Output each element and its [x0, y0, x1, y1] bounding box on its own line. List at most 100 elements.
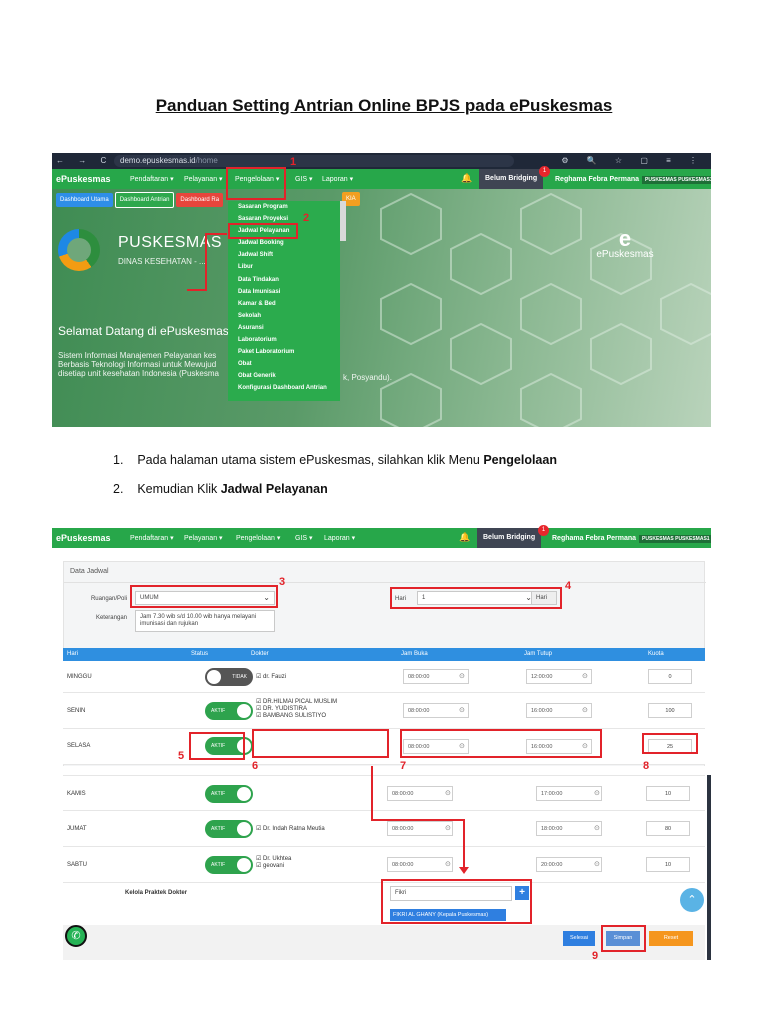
row-day: MINGGU: [67, 674, 92, 680]
clock-icon[interactable]: ⊙: [582, 706, 588, 714]
clock-icon[interactable]: ⊙: [445, 789, 451, 797]
dropdown-scrollbar[interactable]: [340, 201, 346, 241]
highlight-hari: [390, 587, 562, 609]
highlight-status: [189, 732, 245, 760]
clock-icon[interactable]: ⊙: [594, 824, 600, 832]
tab-dashboard-antrian[interactable]: Dashboard Antrian: [114, 192, 175, 208]
table-row: SABTU AKTIF ☑ Dr. Ukhtea ☑ geovani 08:00…: [63, 847, 705, 883]
url-host: demo.epuskesmas.id: [120, 156, 196, 165]
welcome-description-tail: k, Posyandu).: [343, 373, 392, 382]
menu-item-kamar-bed[interactable]: Kamar & Bed: [228, 298, 340, 310]
keterangan-textarea[interactable]: Jam 7.30 wib s/d 10.00 wib hanya melayan…: [135, 610, 275, 632]
kuota-input[interactable]: 10: [646, 786, 690, 801]
menu-item-obat-generik[interactable]: Obat Generik: [228, 370, 340, 382]
menu-item-data-tindakan[interactable]: Data Tindakan: [228, 274, 340, 286]
menu-pelayanan[interactable]: Pelayanan ▾: [184, 175, 223, 183]
menu-item-obat[interactable]: Obat: [228, 358, 340, 370]
table-row: JUMAT AKTIF ☑ Dr. Indah Ratna Meutia 08:…: [63, 811, 705, 847]
bridging-status-button[interactable]: Belum Bridging: [477, 528, 542, 548]
selesai-button[interactable]: Selesai: [563, 931, 595, 946]
menu-item-konfigurasi-dashboard[interactable]: Konfigurasi Dashboard Antrian: [228, 382, 340, 394]
marker-7: 7: [400, 760, 407, 772]
clock-icon[interactable]: ⊙: [445, 860, 451, 868]
status-toggle[interactable]: AKTIF: [205, 820, 253, 838]
menu-pendaftaran[interactable]: Pendaftaran ▾: [130, 534, 174, 542]
doctor-item[interactable]: ☑ geovani: [256, 863, 291, 870]
kuota-input[interactable]: 80: [646, 821, 690, 836]
menu-pengelolaan[interactable]: Pengelolaan ▾: [236, 534, 280, 542]
app-navbar-2: ePuskesmas Pendaftaran ▾ Pelayanan ▾ Pen…: [52, 525, 711, 548]
menu-item-jadwal-booking[interactable]: Jadwal Booking: [228, 237, 340, 249]
row-day: SABTU: [67, 862, 88, 868]
menu-gis[interactable]: GIS ▾: [295, 534, 313, 542]
menu-pelayanan[interactable]: Pelayanan ▾: [184, 534, 223, 542]
page-scrollbar[interactable]: [707, 775, 711, 960]
menu-gis[interactable]: GIS ▾: [295, 175, 313, 183]
reset-button[interactable]: Reset: [649, 931, 693, 946]
status-toggle[interactable]: TIDAK: [205, 668, 253, 686]
epuskesmas-brand: e ePuskesmas: [590, 226, 660, 261]
menu-item-data-imunisasi[interactable]: Data Imunisasi: [228, 286, 340, 298]
kuota-input[interactable]: 100: [648, 703, 692, 718]
screenshot-home: ← → C demo.epuskesmas.id/home ⚙ 🔍 ☆ ▢ ≡ …: [52, 153, 711, 427]
status-toggle[interactable]: AKTIF: [205, 856, 253, 874]
doctor-item[interactable]: ☑ Dr. Indah Ratna Meutia: [256, 826, 325, 832]
tab-dashboard-ra[interactable]: Dashboard Ra: [176, 193, 224, 207]
doctor-item[interactable]: ☑ dr. Fauzi: [256, 674, 286, 680]
document-title: Panduan Setting Antrian Online BPJS pada…: [155, 96, 613, 115]
bell-icon[interactable]: 🔔: [461, 173, 472, 184]
bell-icon[interactable]: 🔔: [459, 532, 470, 543]
menu-item-sasaran-program[interactable]: Sasaran Program: [228, 201, 340, 213]
doctor-item[interactable]: ☑ DR. YUDISTIRA: [256, 706, 337, 713]
menu-pendaftaran[interactable]: Pendaftaran ▾: [130, 175, 174, 183]
menu-laporan[interactable]: Laporan ▾: [324, 534, 355, 542]
step-2: 2. Kemudian Klik Jadwal Pelayanan: [113, 482, 328, 496]
doctor-item[interactable]: ☑ DR.HILMAI PICAL MUSLIM: [256, 699, 337, 706]
menu-item-laboratorium[interactable]: Laboratorium: [228, 334, 340, 346]
user-menu[interactable]: Reghama Febra Permana PUSKESMAS PUSKESMAS…: [552, 534, 711, 543]
menu-item-sekolah[interactable]: Sekolah: [228, 310, 340, 322]
puskesmas-logo: [58, 229, 100, 271]
epuskesmas-mark: e: [618, 226, 632, 251]
clock-icon[interactable]: ⊙: [594, 860, 600, 868]
app-logo[interactable]: ePuskesmas: [56, 533, 111, 543]
jam-buka-input[interactable]: 08:00:00: [387, 857, 453, 872]
menu-item-paket-laboratorium[interactable]: Paket Laboratorium: [228, 346, 340, 358]
notification-badge: 1: [538, 525, 549, 536]
user-menu[interactable]: Reghama Febra Permana PUSKESMAS PUSKESMAS…: [555, 175, 711, 184]
scroll-top-icon[interactable]: ⌃: [680, 888, 704, 912]
tab-dashboard-utama[interactable]: Dashboard Utama: [56, 193, 113, 207]
doctor-item[interactable]: ☑ BAMBANG SULISTIYO: [256, 713, 337, 720]
menu-item-jadwal-shift[interactable]: Jadwal Shift: [228, 249, 340, 261]
table-header: Hari Status Dokter Jam Buka Jam Tutup Ku…: [63, 648, 705, 661]
kelola-label: Kelola Praktek Dokter: [125, 890, 188, 896]
jam-buka-input[interactable]: 08:00:00: [387, 786, 453, 801]
whatsapp-icon[interactable]: ✆: [65, 925, 87, 947]
jam-buka-input[interactable]: 08:00:00: [387, 821, 453, 836]
kuota-input[interactable]: 10: [646, 857, 690, 872]
jam-tutup-input[interactable]: 17:00:00: [536, 786, 602, 801]
status-toggle[interactable]: AKTIF: [205, 785, 253, 803]
menu-laporan[interactable]: Laporan ▾: [322, 175, 353, 183]
menu-item-libur[interactable]: Libur: [228, 261, 340, 273]
doctor-item[interactable]: ☑ Dr. Ukhtea: [256, 856, 291, 863]
browser-nav-icons[interactable]: ← → C: [56, 156, 112, 165]
app-logo[interactable]: ePuskesmas: [56, 174, 111, 184]
browser-tool-icons[interactable]: ⚙ 🔍 ☆ ▢ ≡ ⋮: [561, 156, 705, 165]
clock-icon[interactable]: ⊙: [459, 672, 465, 680]
step-2-text: Kemudian Klik: [137, 482, 221, 496]
bridging-status-button[interactable]: Belum Bridging: [479, 169, 544, 189]
clock-icon[interactable]: ⊙: [445, 824, 451, 832]
clock-icon[interactable]: ⊙: [594, 789, 600, 797]
status-label: AKTIF: [211, 862, 226, 868]
clock-icon[interactable]: ⊙: [459, 706, 465, 714]
jam-tutup-input[interactable]: 18:00:00: [536, 821, 602, 836]
clock-icon[interactable]: ⊙: [582, 672, 588, 680]
status-toggle[interactable]: AKTIF: [205, 702, 253, 720]
menu-item-asuransi[interactable]: Asuransi: [228, 322, 340, 334]
doctor-list: ☑ dr. Fauzi: [256, 674, 286, 681]
kuota-input[interactable]: 0: [648, 669, 692, 684]
address-bar[interactable]: demo.epuskesmas.id/home: [114, 155, 514, 167]
jam-tutup-input[interactable]: 20:00:00: [536, 857, 602, 872]
user-puskesmas-tag: PUSKESMAS PUSKESMAS1: [639, 535, 711, 543]
